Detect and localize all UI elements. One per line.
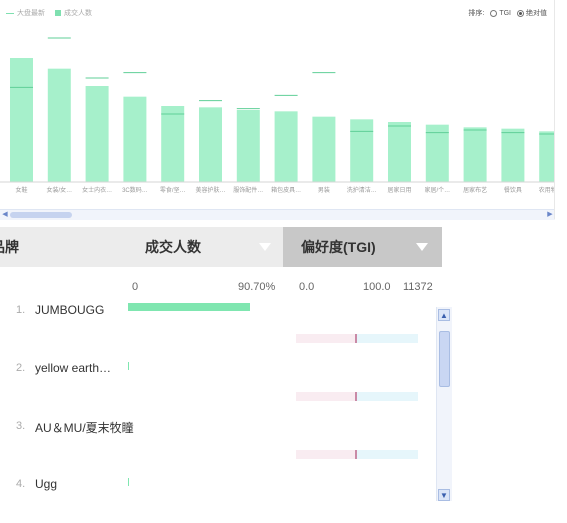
x-tick-label: 零食/坚… — [160, 186, 186, 194]
row-rank: 2. — [16, 362, 26, 374]
table-row[interactable]: 4. Ugg — [0, 450, 436, 523]
x-tick-label: 洗护清洁… — [347, 186, 377, 194]
tgi-marker — [355, 450, 357, 459]
x-tick-label: 餐饮具 — [504, 186, 522, 194]
header-brand[interactable]: 品牌 — [0, 227, 121, 267]
bar[interactable] — [425, 124, 449, 182]
vertical-scroll-thumb[interactable] — [439, 331, 450, 387]
bar[interactable] — [350, 119, 374, 182]
tgi-bar-track — [296, 334, 356, 343]
bar[interactable] — [161, 106, 185, 182]
sort-down-icon[interactable] — [416, 243, 428, 251]
bar[interactable] — [10, 58, 33, 182]
bar[interactable] — [85, 86, 109, 182]
header-tgi-label: 偏好度(TGI) — [301, 239, 376, 255]
row-rank: 3. — [16, 420, 26, 432]
tgi-bar-track — [357, 392, 418, 401]
brand-name[interactable]: AU＆MU/夏末牧瞳 — [35, 419, 134, 436]
x-tick-label: 家居/个… — [424, 186, 450, 194]
x-tick-label: 女鞋 — [15, 186, 27, 194]
x-tick-label: 3C数码… — [122, 186, 148, 194]
tgi-bar-track — [296, 450, 356, 459]
header-deal-count[interactable]: 成交人数 — [121, 227, 283, 267]
bar[interactable] — [539, 131, 555, 182]
bar[interactable] — [312, 116, 336, 182]
tgi-marker — [355, 334, 357, 343]
header-tgi[interactable]: 偏好度(TGI) — [283, 227, 442, 267]
scroll-right-icon[interactable]: ▶ — [546, 211, 554, 219]
tgi-bar-track — [357, 450, 418, 459]
category-chart-panel: 大盘最新 成交人数 排序: TGI 绝对值 女鞋 女装/女… 女士内衣… 3C数码… 零… — [0, 0, 567, 222]
bar[interactable] — [236, 110, 260, 182]
tgi-bar-track — [296, 392, 356, 401]
x-tick-label: 居家布艺 — [463, 186, 487, 194]
panel-divider — [554, 0, 555, 219]
brand-name[interactable]: yellow earth… — [35, 361, 111, 375]
x-tick-label: 箱包皮具… — [271, 186, 301, 194]
brand-name[interactable]: Ugg — [35, 477, 57, 491]
scroll-left-icon[interactable]: ◀ — [1, 211, 9, 219]
x-tick-label: 美容护肤… — [195, 186, 225, 194]
deal-share-bar — [128, 362, 129, 370]
bar[interactable] — [388, 122, 411, 182]
sort-down-icon[interactable] — [259, 243, 271, 251]
x-tick-label: 男装 — [318, 186, 330, 194]
table-header: 品牌 成交人数 偏好度(TGI) — [0, 227, 451, 267]
tgi-marker — [355, 392, 357, 401]
vertical-scrollbar[interactable]: ▲ ▼ — [436, 307, 452, 501]
row-rank: 1. — [16, 304, 26, 316]
bar[interactable] — [501, 128, 525, 182]
horizontal-scrollbar[interactable]: ◀ ▶ — [0, 209, 555, 220]
bar[interactable] — [47, 68, 71, 182]
header-deal-label: 成交人数 — [145, 239, 201, 255]
deal-share-bar — [128, 303, 250, 311]
row-rank: 4. — [16, 478, 26, 490]
bar[interactable] — [274, 111, 298, 182]
deal-share-bar — [128, 478, 129, 486]
horizontal-scroll-thumb[interactable] — [10, 212, 72, 218]
x-tick-label: 居家日用 — [387, 186, 411, 194]
brand-name[interactable]: JUMBOUGG — [35, 303, 104, 317]
x-tick-label: 女士内衣… — [82, 186, 112, 194]
x-tick-label: 女装/女… — [46, 186, 72, 194]
scroll-down-icon[interactable]: ▼ — [438, 489, 450, 501]
x-tick-label: 服饰配件… — [233, 186, 263, 194]
brand-table: 品牌 成交人数 偏好度(TGI) 0 90.70% 0.0 100.0 1137… — [0, 227, 451, 501]
bar-chart: 女鞋 女装/女… 女士内衣… 3C数码… 零食/坚… 美容护肤… 服饰配件… 箱包皮具… 男装 洗… — [0, 37, 555, 194]
header-brand-label: 品牌 — [0, 239, 19, 255]
x-tick-label: 农用物… — [539, 186, 555, 194]
bar[interactable] — [463, 127, 487, 182]
bar[interactable] — [199, 107, 222, 182]
scroll-up-icon[interactable]: ▲ — [438, 309, 450, 321]
bar[interactable] — [123, 96, 147, 182]
tgi-bar-track — [357, 334, 418, 343]
